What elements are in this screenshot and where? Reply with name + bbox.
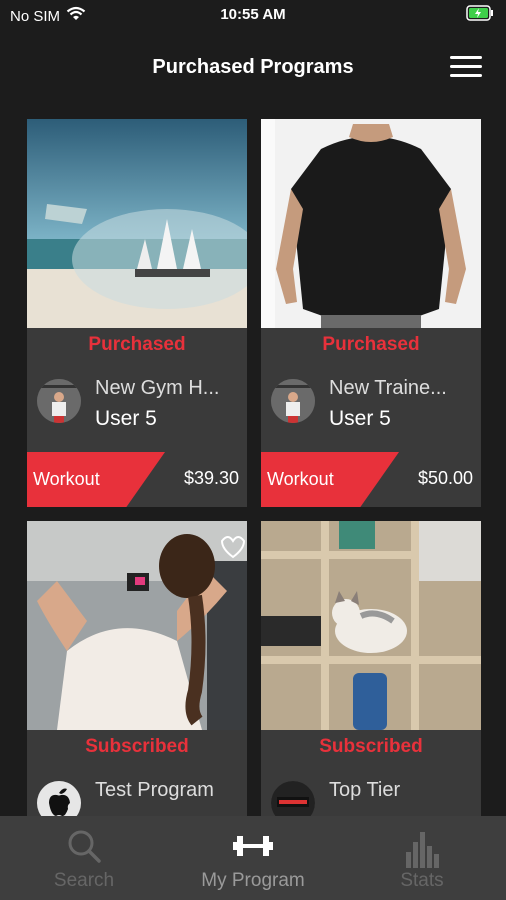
tab-label: Stats bbox=[400, 870, 444, 891]
program-name: Test Program bbox=[95, 779, 214, 801]
category-tag: Workout bbox=[261, 452, 399, 507]
price-label: $39.30 bbox=[183, 468, 239, 488]
status-badge: Purchased bbox=[322, 334, 420, 355]
status-badge: Purchased bbox=[88, 334, 186, 355]
bar-chart-icon bbox=[338, 828, 506, 868]
status-time: 10:55 AM bbox=[220, 6, 286, 23]
program-card[interactable]: Subscribed Top Tier bbox=[261, 521, 481, 821]
status-bar: No SIM 10:55 AM bbox=[0, 0, 506, 30]
search-icon bbox=[0, 828, 168, 864]
program-name: New Traine... bbox=[329, 377, 447, 399]
tab-label: My Program bbox=[201, 870, 305, 891]
program-card[interactable]: Purchased New Gym H... User 5 Workout $3… bbox=[27, 119, 247, 507]
header: Purchased Programs bbox=[0, 40, 506, 96]
tab-my-program[interactable]: My Program bbox=[169, 816, 337, 900]
program-image bbox=[27, 119, 247, 328]
program-author: User 5 bbox=[95, 407, 157, 430]
price-label: $50.00 bbox=[417, 468, 473, 488]
tab-search[interactable]: Search bbox=[0, 816, 168, 900]
program-image bbox=[261, 521, 481, 730]
card-footer: Workout $50.00 bbox=[261, 452, 481, 507]
avatar bbox=[271, 379, 315, 423]
program-image bbox=[261, 119, 481, 328]
avatar bbox=[37, 379, 81, 423]
status-badge: Subscribed bbox=[319, 736, 423, 757]
program-image bbox=[27, 521, 247, 730]
category-label: Workout bbox=[267, 469, 334, 489]
battery-icon bbox=[466, 5, 494, 25]
program-name: Top Tier bbox=[329, 779, 401, 801]
program-author: User 5 bbox=[329, 407, 391, 430]
status-badge: Subscribed bbox=[85, 736, 189, 757]
category-label: Workout bbox=[33, 469, 100, 489]
program-card[interactable]: Purchased New Traine... User 5 Workout $… bbox=[261, 119, 481, 507]
tab-label: Search bbox=[53, 870, 115, 891]
dumbbell-icon bbox=[169, 828, 337, 864]
tab-stats[interactable]: Stats bbox=[338, 816, 506, 900]
program-card[interactable]: Subscribed Test Program bbox=[27, 521, 247, 821]
tab-bar: Search My Program Stats bbox=[0, 816, 506, 900]
avatar bbox=[37, 781, 81, 821]
hamburger-menu-icon[interactable] bbox=[450, 56, 482, 80]
page-title: Purchased Programs bbox=[152, 56, 354, 78]
category-tag: Workout bbox=[27, 452, 165, 507]
card-footer: Workout $39.30 bbox=[27, 452, 247, 507]
program-name: New Gym H... bbox=[95, 377, 220, 399]
avatar bbox=[271, 781, 315, 821]
